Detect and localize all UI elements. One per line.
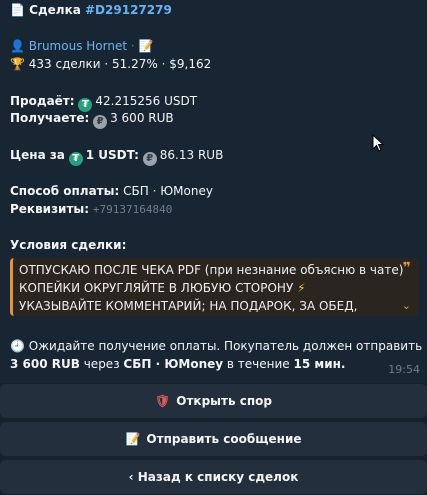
- sell-amount: 42.215256 USDT: [95, 94, 198, 108]
- conditions-line: ОТПУСКАЮ ПОСЛЕ ЧЕКА PDF (при незнание об…: [19, 263, 404, 277]
- seller-line: 👤 Brumous Hornet · 📝: [10, 38, 153, 54]
- payment-value: СБП · ЮMoney: [123, 184, 213, 198]
- conditions-line: УКАЗЫВАЙТЕ КОММЕНТАРИЙ; НА ПОДАРОК, ЗА О…: [19, 299, 358, 313]
- conditions-quote[interactable]: ОТПУСКАЮ ПОСЛЕ ЧЕКА PDF (при незнание об…: [10, 258, 419, 316]
- payment-row: Способ оплаты: СБП · ЮMoney: [10, 183, 213, 199]
- receive-row: Получаете: ₽3 600 RUB: [10, 110, 174, 129]
- status-time: 15 мин.: [293, 357, 346, 371]
- payment-label: Способ оплаты:: [10, 184, 120, 198]
- open-dispute-button[interactable]: 🛡 Открыть спор: [0, 384, 427, 418]
- deal-label: Сделка: [29, 3, 81, 17]
- deal-id[interactable]: #D29127279: [85, 3, 172, 17]
- memo-icon[interactable]: 📝: [139, 39, 154, 53]
- status-within: в течение: [226, 357, 290, 371]
- lightning-icon: ⚡: [297, 281, 306, 295]
- status-line-1: 🕘 Ожидайте получение оплаты. Покупатель …: [10, 338, 422, 354]
- memo-icon: 📝: [125, 432, 141, 446]
- conditions-label: Условия сделки:: [10, 238, 127, 252]
- trophy-icon: 🏆: [10, 57, 25, 71]
- chevron-down-icon[interactable]: ⌄: [402, 299, 411, 312]
- back-to-deals-label: ‹ Назад к списку сделок: [128, 470, 299, 484]
- separator: ·: [104, 57, 109, 71]
- shield-icon: 🛡: [155, 394, 171, 408]
- details-value[interactable]: +79137164840: [93, 203, 172, 216]
- seller-name[interactable]: Brumous Hornet: [29, 39, 127, 53]
- price-row: Цена за ₮ 1 USDT: ₽86.13 RUB: [10, 147, 223, 166]
- seller-deals: 433 сделки: [28, 57, 101, 71]
- rub-icon: ₽: [93, 115, 108, 129]
- price-unit: 1 USDT:: [85, 148, 139, 162]
- separator: ·: [130, 39, 135, 53]
- deal-header: 📄 Сделка #D29127279: [10, 2, 172, 18]
- conditions-line-text: КОПЕЙКИ ОКРУГЛЯЙТЕ В ЛЮБУЮ СТОРОНУ: [19, 281, 294, 295]
- price-value: 86.13 RUB: [159, 148, 224, 162]
- conditions-line: КОПЕЙКИ ОКРУГЛЯЙТЕ В ЛЮБУЮ СТОРОНУ ⚡: [19, 279, 397, 297]
- message-time: 19:54: [388, 363, 420, 376]
- mouse-cursor-icon: [372, 134, 385, 152]
- sell-label: Продаёт:: [10, 94, 75, 108]
- quote-mark-icon: ❞: [402, 260, 411, 276]
- send-message-button[interactable]: 📝 Отправить сообщение: [0, 422, 427, 456]
- receive-label: Получаете:: [10, 111, 90, 125]
- rub-icon: ₽: [142, 152, 157, 166]
- open-dispute-label: Открыть спор: [176, 394, 272, 408]
- status-amount: 3 600 RUB: [10, 357, 80, 371]
- seller-volume: $9,162: [169, 57, 212, 71]
- receive-amount: 3 600 RUB: [110, 111, 174, 125]
- user-icon: 👤: [10, 39, 25, 53]
- send-message-label: Отправить сообщение: [146, 432, 302, 446]
- document-icon: 📄: [10, 3, 25, 17]
- details-row: Реквизиты: +79137164840: [10, 201, 172, 218]
- usdt-icon: ₮: [68, 152, 83, 166]
- deal-message-bubble: 📄 Сделка #D29127279 👤 Brumous Hornet · 📝…: [0, 0, 427, 383]
- details-label: Реквизиты:: [10, 202, 90, 216]
- seller-stats: 🏆 433 сделки · 51.27% · $9,162: [10, 56, 211, 72]
- status-method: СБП · ЮMoney: [123, 357, 224, 371]
- separator: ·: [161, 57, 166, 71]
- clock-icon: 🕘: [10, 339, 25, 353]
- status-via: через: [83, 357, 120, 371]
- price-label: Цена за: [10, 148, 65, 162]
- status-line-2: 3 600 RUB через СБП · ЮMoney в течение 1…: [10, 356, 345, 372]
- seller-rate: 51.27%: [111, 57, 158, 71]
- status-text: Ожидайте получение оплаты. Покупатель до…: [28, 339, 423, 353]
- back-to-deals-button[interactable]: ‹ Назад к списку сделок: [0, 460, 427, 494]
